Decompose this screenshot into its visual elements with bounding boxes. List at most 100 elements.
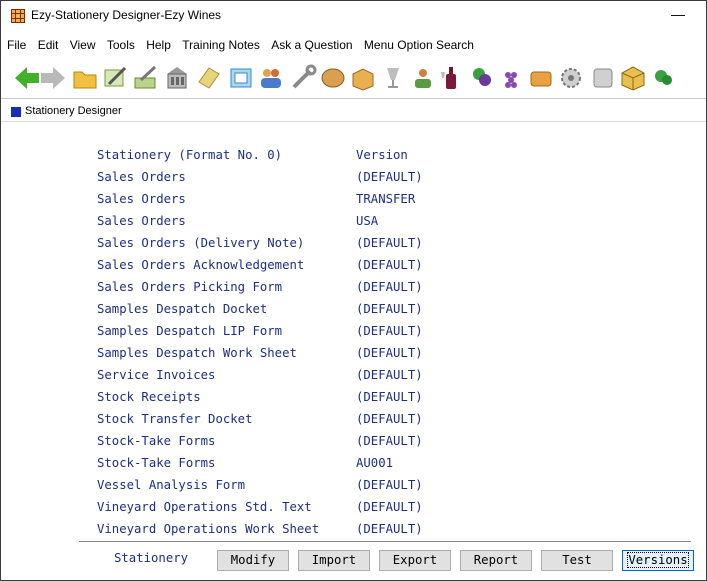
item-version: (DEFAULT) [356, 258, 423, 272]
item-version: (DEFAULT) [356, 346, 423, 360]
list-item[interactable]: Vineyard Operations Std. Text (DEFAULT) [97, 496, 617, 518]
list-item[interactable]: Samples Despatch LIP Form (DEFAULT) [97, 320, 617, 342]
note-icon[interactable] [227, 64, 255, 92]
menu-file[interactable]: File [7, 38, 26, 52]
item-version: (DEFAULT) [356, 236, 423, 250]
item-name: Stock Transfer Docket [97, 412, 253, 426]
glass-icon[interactable] [379, 64, 407, 92]
folder-icon[interactable] [71, 64, 99, 92]
cellar-icon[interactable] [527, 64, 555, 92]
list-item[interactable]: Stock Transfer Docket (DEFAULT) [97, 408, 617, 430]
wine-bottle-icon[interactable] [437, 64, 465, 92]
modify-button[interactable]: Modify [217, 550, 289, 571]
item-name: Sales Orders [97, 214, 186, 228]
list-item[interactable]: Sales Orders (Delivery Note) (DEFAULT) [97, 232, 617, 254]
window-icon [11, 107, 21, 117]
subwindow-tab[interactable]: Stationery Designer [1, 104, 706, 122]
item-name: Vessel Analysis Form [97, 478, 246, 492]
list-item[interactable]: Samples Despatch Docket (DEFAULT) [97, 298, 617, 320]
title-bar: Ezy-Stationery Designer-Ezy Wines — [1, 1, 706, 31]
list-item[interactable]: Sales Orders TRANSFER [97, 188, 617, 210]
item-name: Sales Orders [97, 170, 186, 184]
footer-divider [79, 541, 691, 542]
item-version: TRANSFER [356, 192, 416, 206]
item-name: Vineyard Operations Work Sheet [97, 522, 320, 536]
toolbar [1, 58, 706, 99]
menu-training-notes[interactable]: Training Notes [182, 38, 260, 52]
people-icon[interactable] [257, 64, 285, 92]
item-name: Sales Orders (Delivery Note) [97, 236, 305, 250]
tag-icon[interactable] [195, 64, 223, 92]
wrench-icon[interactable] [289, 64, 317, 92]
versions-button[interactable]: Versions [622, 550, 694, 571]
pen-icon[interactable] [131, 64, 159, 92]
item-name: Vineyard Operations Std. Text [97, 500, 312, 514]
import-button[interactable]: Import [298, 550, 370, 571]
leaf-icon[interactable] [649, 64, 677, 92]
item-version: (DEFAULT) [356, 522, 423, 536]
item-version: (DEFAULT) [356, 368, 423, 382]
item-version: (DEFAULT) [356, 434, 423, 448]
minimize-button[interactable]: — [668, 5, 688, 23]
item-name: Stock-Take Forms [97, 456, 216, 470]
test-button[interactable]: Test [541, 550, 613, 571]
list-item[interactable]: Samples Despatch Work Sheet (DEFAULT) [97, 342, 617, 364]
item-version: (DEFAULT) [356, 324, 423, 338]
list-item[interactable]: Stock Receipts (DEFAULT) [97, 386, 617, 408]
report-button[interactable]: Report [460, 550, 532, 571]
person-icon[interactable] [409, 64, 437, 92]
subwindow-label: Stationery Designer [25, 105, 122, 117]
list-item[interactable]: Sales Orders USA [97, 210, 617, 232]
barrel-icon[interactable] [319, 64, 347, 92]
forward-arrow-icon[interactable] [39, 64, 67, 92]
item-version: (DEFAULT) [356, 478, 423, 492]
menu-view[interactable]: View [70, 38, 96, 52]
list-item[interactable]: Service Invoices (DEFAULT) [97, 364, 617, 386]
list-item[interactable]: Sales Orders Picking Form (DEFAULT) [97, 276, 617, 298]
item-name: Sales Orders Acknowledgement [97, 258, 305, 272]
list-item[interactable]: Sales Orders (DEFAULT) [97, 166, 617, 188]
edit-icon[interactable] [101, 64, 129, 92]
menu-option-search[interactable]: Menu Option Search [364, 38, 474, 52]
back-arrow-icon[interactable] [13, 64, 41, 92]
menu-help[interactable]: Help [146, 38, 171, 52]
list-item[interactable]: Vineyard Operations Work Sheet (DEFAULT) [97, 518, 617, 540]
plant-icon[interactable] [467, 64, 495, 92]
item-name: Service Invoices [97, 368, 216, 382]
header-version: Version [356, 148, 408, 162]
item-version: (DEFAULT) [356, 390, 423, 404]
versions-label: Versions [627, 552, 689, 568]
monitor-icon[interactable] [589, 64, 617, 92]
list-item[interactable]: Sales Orders Acknowledgement (DEFAULT) [97, 254, 617, 276]
item-name: Stock Receipts [97, 390, 201, 404]
item-version: (DEFAULT) [356, 170, 423, 184]
menu-bar: File Edit View Tools Help Training Notes… [1, 38, 706, 58]
stationery-list: Stationery (Format No. 0) Version Sales … [97, 144, 617, 540]
grapes-icon[interactable] [497, 64, 525, 92]
menu-edit[interactable]: Edit [38, 38, 59, 52]
gear-icon[interactable] [557, 64, 585, 92]
item-version: USA [356, 214, 379, 228]
item-version: (DEFAULT) [356, 302, 423, 316]
item-version: AU001 [356, 456, 394, 470]
item-name: Samples Despatch Work Sheet [97, 346, 297, 360]
item-name: Sales Orders Picking Form [97, 280, 283, 294]
application-window: Ezy-Stationery Designer-Ezy Wines — File… [0, 0, 707, 581]
cube-icon[interactable] [619, 64, 647, 92]
list-header: Stationery (Format No. 0) Version [97, 144, 617, 166]
window-title: Ezy-Stationery Designer-Ezy Wines [31, 8, 222, 22]
menu-tools[interactable]: Tools [107, 38, 135, 52]
export-button[interactable]: Export [379, 550, 451, 571]
list-item[interactable]: Stock-Take Forms AU001 [97, 452, 617, 474]
footer-label: Stationery [114, 551, 189, 565]
item-name: Samples Despatch Docket [97, 302, 268, 316]
app-icon [11, 9, 25, 23]
header-name: Stationery (Format No. 0) [97, 148, 283, 162]
building-icon[interactable] [163, 64, 191, 92]
list-item[interactable]: Stock-Take Forms (DEFAULT) [97, 430, 617, 452]
list-item[interactable]: Vessel Analysis Form (DEFAULT) [97, 474, 617, 496]
menu-ask-a-question[interactable]: Ask a Question [271, 38, 352, 52]
item-name: Stock-Take Forms [97, 434, 216, 448]
box-icon[interactable] [349, 64, 377, 92]
item-version: (DEFAULT) [356, 412, 423, 426]
